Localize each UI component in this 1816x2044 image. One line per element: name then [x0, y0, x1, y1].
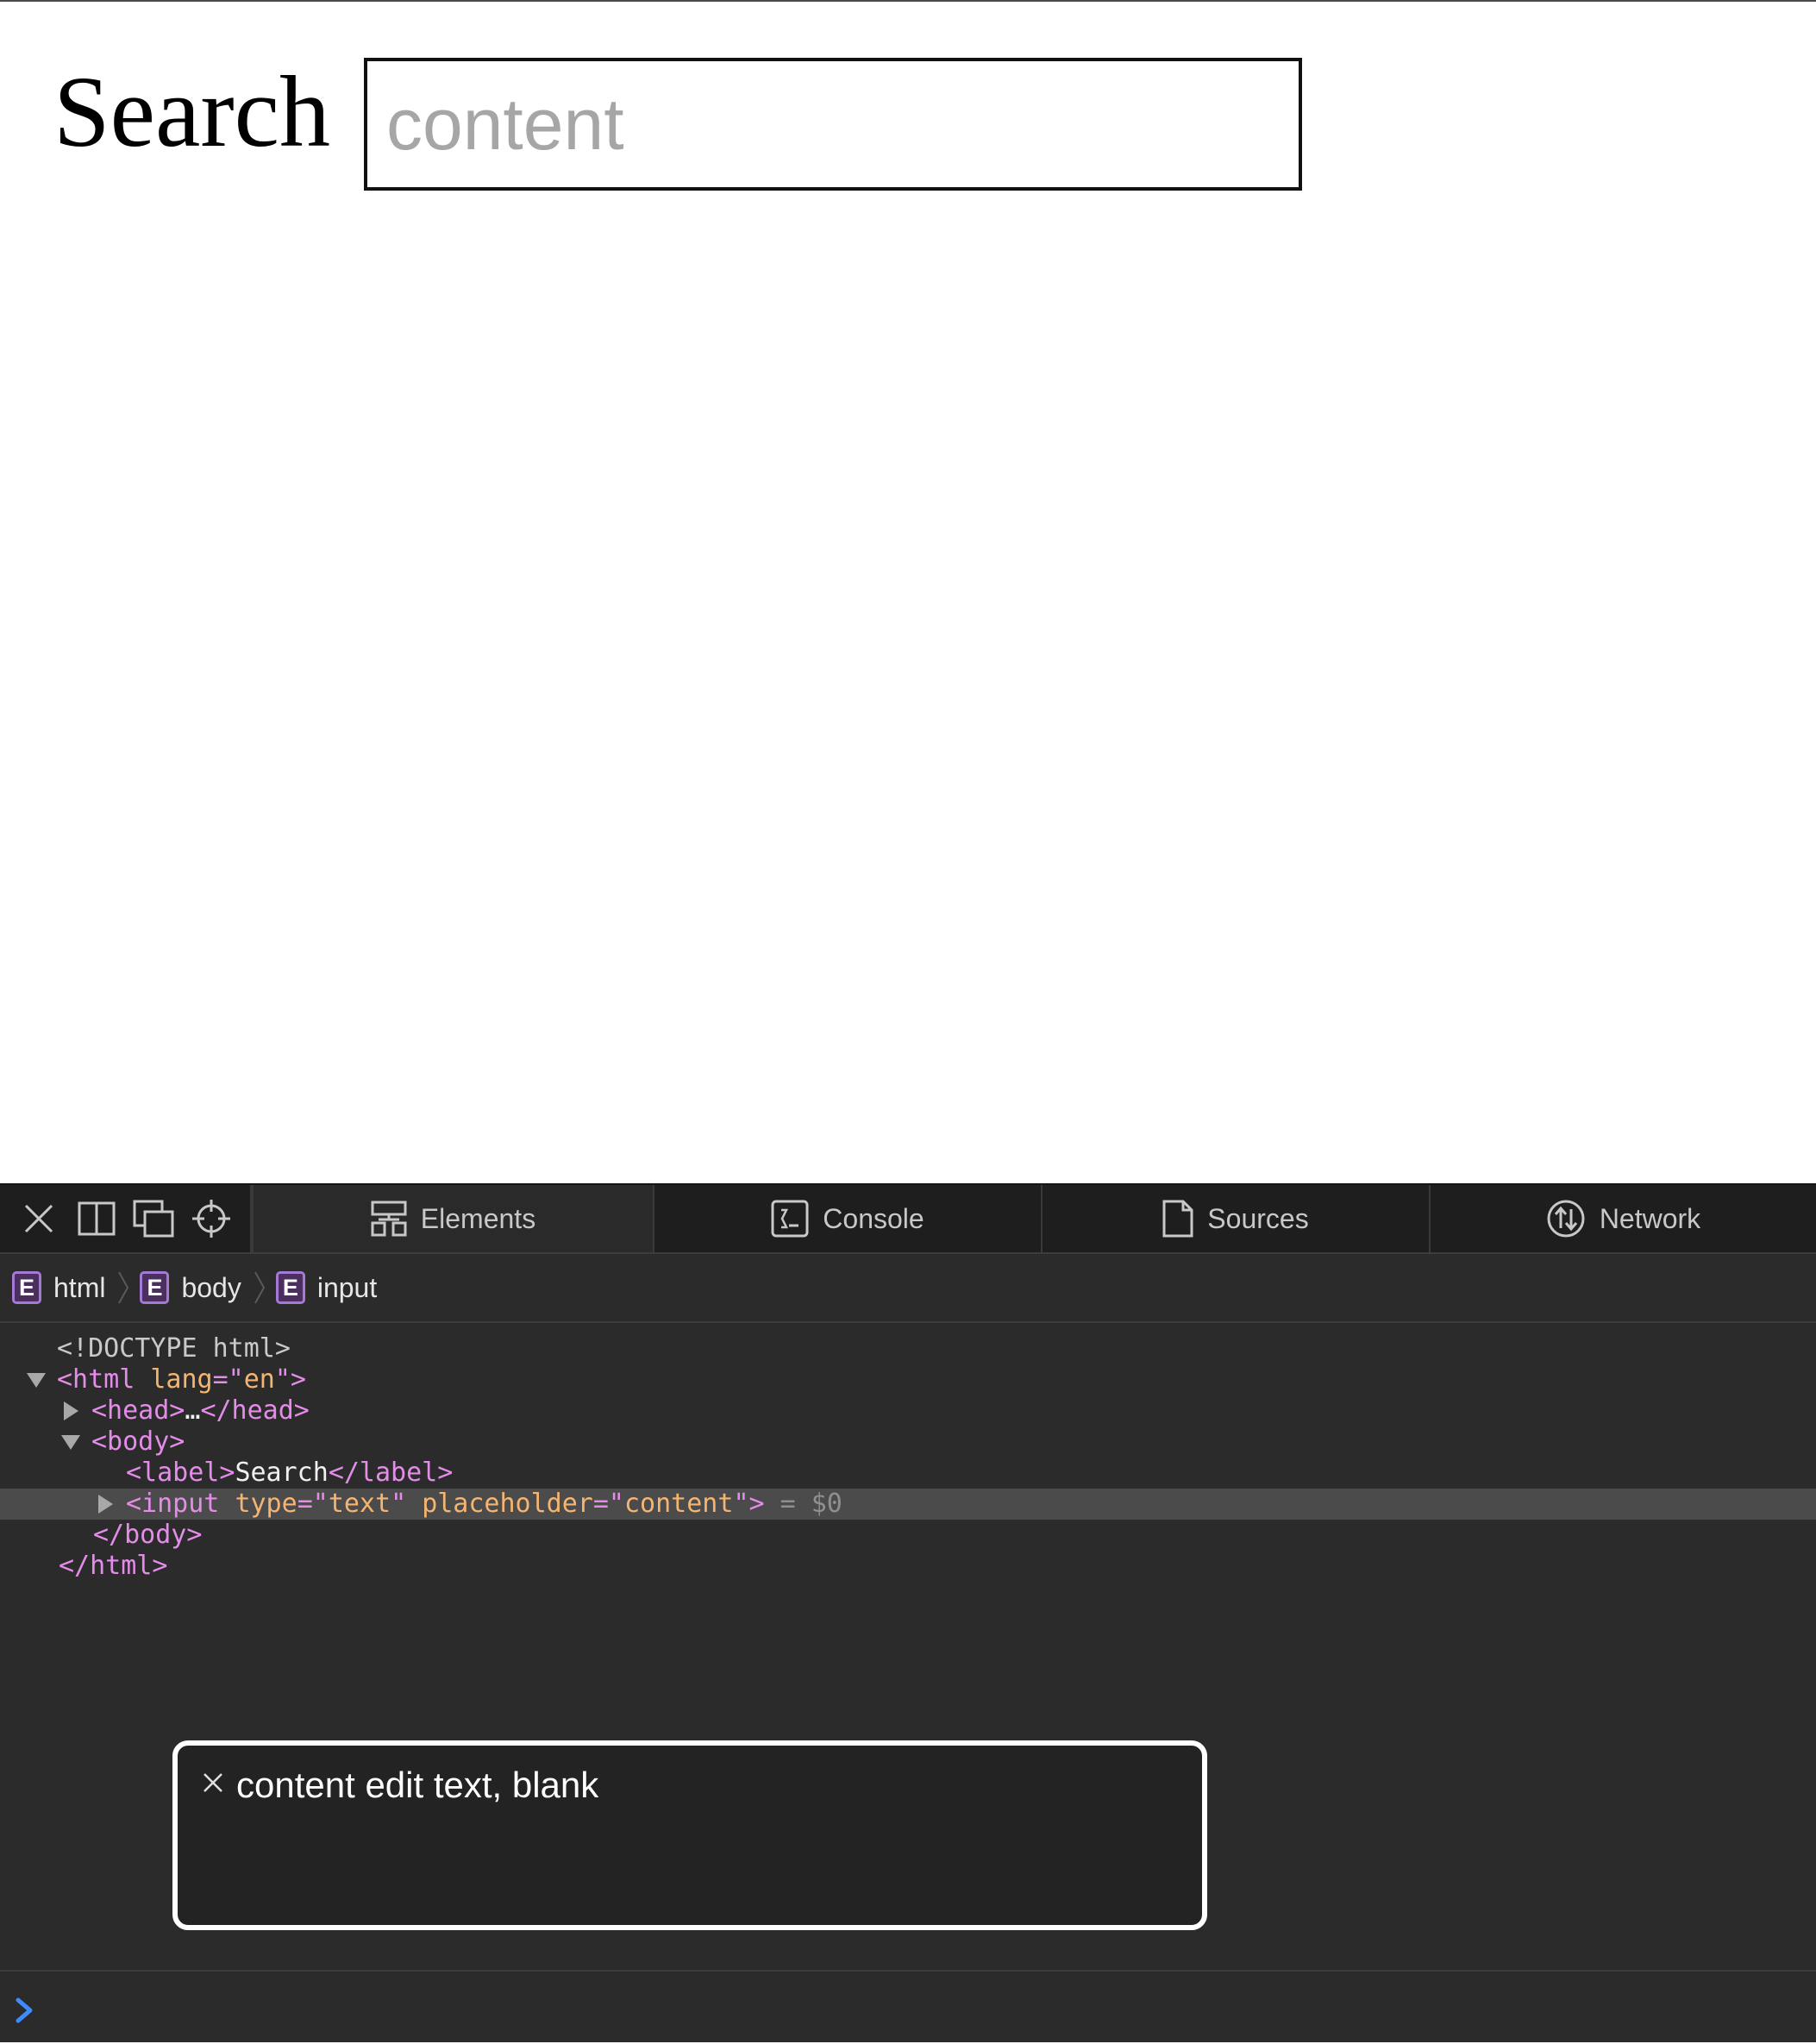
attr-value: content: [624, 1489, 734, 1519]
body-open-tag: <body>: [91, 1426, 185, 1457]
doctype-text: <!DOCTYPE html>: [57, 1333, 291, 1364]
breadcrumb-item-html[interactable]: E html: [12, 1271, 105, 1304]
dom-node-body-close[interactable]: </body>: [0, 1520, 1816, 1551]
voiceover-caption-text: content edit text, blank: [236, 1765, 599, 1805]
page-viewport: Search: [0, 0, 1816, 1183]
dom-node-body[interactable]: <body>: [0, 1426, 1816, 1458]
voiceover-caption-panel: content edit text, blank: [172, 1740, 1207, 1930]
close-icon[interactable]: [14, 1194, 64, 1244]
dom-node-doctype[interactable]: <!DOCTYPE html>: [0, 1333, 1816, 1364]
breadcrumb-separator-icon: [117, 1270, 129, 1305]
breadcrumb-label: html: [53, 1271, 106, 1303]
prompt-chevron-icon: [14, 1996, 36, 2025]
attr-value: text: [328, 1489, 391, 1519]
breadcrumb-separator-icon: [254, 1270, 266, 1305]
tag-text: =": [212, 1364, 244, 1395]
tab-console[interactable]: Console: [653, 1185, 1041, 1252]
element-badge-icon: E: [140, 1271, 170, 1304]
tag-text: <label>: [126, 1458, 235, 1488]
disclosure-collapsed-icon[interactable]: [59, 1395, 83, 1426]
tag-text: <html: [57, 1364, 151, 1395]
label-element: <label>Search</label>: [126, 1458, 453, 1489]
breadcrumb-item-input[interactable]: E input: [275, 1271, 378, 1304]
breadcrumb-item-body[interactable]: E body: [140, 1271, 241, 1304]
tab-label: Console: [823, 1202, 924, 1234]
selected-node-ref: = $0: [764, 1489, 842, 1519]
dom-tree: <!DOCTYPE html> <html lang="en"> <head>……: [0, 1323, 1816, 1608]
tab-sources[interactable]: Sources: [1041, 1185, 1429, 1252]
ellipsis-text: …: [185, 1395, 201, 1426]
tag-text: ">: [733, 1489, 765, 1519]
attr-name: lang: [150, 1364, 213, 1395]
elements-icon: [371, 1201, 407, 1237]
tag-text: ": [391, 1489, 423, 1519]
tab-label: Network: [1599, 1202, 1701, 1234]
attr-value: en: [243, 1364, 275, 1395]
breadcrumb-label: input: [316, 1271, 378, 1303]
head-tag: <head>…</head>: [91, 1395, 310, 1426]
input-element: <input type="text" placeholder="content"…: [126, 1489, 842, 1520]
breadcrumb: E html E body E input: [0, 1254, 1816, 1323]
dock-side-icon[interactable]: [72, 1194, 122, 1244]
devtools-panel: Elements Console Sources Network E html: [0, 1183, 1816, 2042]
attr-name: type: [235, 1489, 297, 1519]
tab-elements[interactable]: Elements: [252, 1185, 653, 1252]
tag-text: =": [592, 1489, 624, 1519]
dom-node-html-close[interactable]: </html>: [0, 1551, 1816, 1582]
tag-text: <input: [126, 1489, 235, 1519]
close-icon[interactable]: [202, 1771, 224, 1794]
disclosure-expanded-icon[interactable]: [24, 1364, 48, 1395]
console-icon: [771, 1200, 809, 1238]
network-icon: [1546, 1199, 1586, 1238]
search-label: Search: [53, 55, 331, 168]
text-node: Search: [235, 1458, 329, 1488]
devtools-tab-bar: Elements Console Sources Network: [0, 1185, 1816, 1254]
tab-network[interactable]: Network: [1429, 1185, 1816, 1252]
dom-node-html[interactable]: <html lang="en">: [0, 1364, 1816, 1395]
undock-window-icon[interactable]: [128, 1194, 178, 1244]
tag-text: ">: [274, 1364, 306, 1395]
console-prompt-bar[interactable]: [0, 1970, 1816, 2044]
disclosure-expanded-icon[interactable]: [59, 1426, 83, 1458]
tag-text: </label>: [328, 1458, 454, 1488]
tag-text: </head>: [200, 1395, 310, 1426]
attr-name: placeholder: [422, 1489, 593, 1519]
element-badge-icon: E: [275, 1271, 305, 1304]
sources-icon: [1162, 1200, 1193, 1238]
breadcrumb-label: body: [181, 1271, 241, 1303]
tag-text: <head>: [91, 1395, 185, 1426]
tab-label: Elements: [420, 1202, 536, 1234]
dom-node-label[interactable]: <label>Search</label>: [0, 1458, 1816, 1489]
dom-node-input-selected[interactable]: <input type="text" placeholder="content"…: [0, 1489, 1816, 1520]
inspect-element-icon[interactable]: [186, 1194, 236, 1244]
tag-text: =": [297, 1489, 329, 1519]
html-close-tag: </html>: [59, 1551, 168, 1581]
element-badge-icon: E: [12, 1271, 41, 1304]
body-close-tag: </body>: [93, 1520, 203, 1550]
search-input[interactable]: [364, 58, 1302, 191]
dom-node-head[interactable]: <head>…</head>: [0, 1395, 1816, 1426]
html-open-tag: <html lang="en">: [57, 1364, 306, 1395]
disclosure-collapsed-icon[interactable]: [93, 1489, 117, 1520]
tab-label: Sources: [1207, 1202, 1309, 1234]
